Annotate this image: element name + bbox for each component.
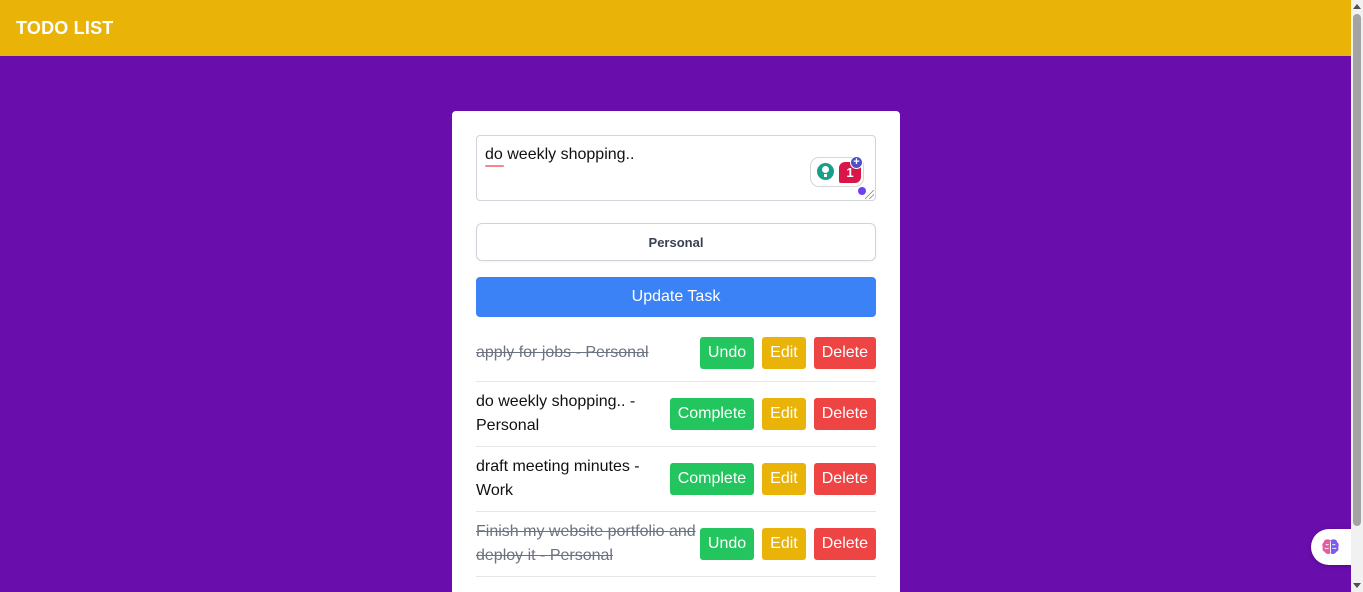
edit-button[interactable]: Edit	[762, 528, 806, 560]
task-actions: Complete Edit Delete	[669, 398, 876, 430]
category-selected-value: Personal	[648, 234, 704, 250]
task-text: do weekly shopping.. - Personal	[476, 393, 636, 434]
plus-icon: +	[850, 156, 863, 169]
delete-button[interactable]: Delete	[813, 398, 876, 430]
task-text: draft meeting minutes - Work	[476, 458, 640, 499]
task-row: apply for jobs - Personal Undo Edit Dele…	[476, 325, 876, 382]
complete-button[interactable]: Complete	[669, 463, 755, 495]
undo-button[interactable]: Undo	[699, 337, 755, 369]
delete-button[interactable]: Delete	[813, 337, 876, 369]
scroll-down-icon[interactable]	[1353, 583, 1361, 588]
resize-grip-icon[interactable]	[865, 190, 874, 199]
edit-button[interactable]: Edit	[762, 463, 806, 495]
main-area: 1 + Personal Update Task apply for jobs …	[0, 56, 1351, 592]
edit-button[interactable]: Edit	[762, 398, 806, 430]
brain-icon	[1322, 539, 1339, 555]
assistant-button[interactable]	[1311, 529, 1355, 565]
task-row: Finish my website portfolio and deploy i…	[476, 512, 876, 577]
task-actions: Complete Edit Delete	[669, 463, 876, 495]
lightbulb-icon[interactable]	[817, 163, 834, 180]
grammar-assistant-widget[interactable]: 1 +	[810, 156, 864, 187]
scroll-up-icon[interactable]	[1353, 4, 1361, 9]
task-list: apply for jobs - Personal Undo Edit Dele…	[476, 325, 876, 577]
complete-button[interactable]: Complete	[669, 398, 755, 430]
app-header: TODO LIST	[0, 0, 1351, 56]
task-text: apply for jobs - Personal	[476, 344, 649, 361]
edit-button[interactable]: Edit	[762, 337, 806, 369]
task-row: draft meeting minutes - Work Complete Ed…	[476, 447, 876, 512]
update-task-button[interactable]: Update Task	[476, 277, 876, 317]
status-dot-icon	[858, 187, 866, 195]
grammar-issue-badge[interactable]: 1 +	[839, 156, 863, 183]
category-select[interactable]: Personal	[476, 223, 876, 261]
undo-button[interactable]: Undo	[699, 528, 755, 560]
task-text: Finish my website portfolio and deploy i…	[476, 523, 696, 564]
task-actions: Undo Edit Delete	[699, 528, 876, 560]
delete-button[interactable]: Delete	[813, 528, 876, 560]
todo-card: 1 + Personal Update Task apply for jobs …	[452, 111, 900, 592]
task-row: do weekly shopping.. - Personal Complete…	[476, 382, 876, 447]
delete-button[interactable]: Delete	[813, 463, 876, 495]
app-title: TODO LIST	[16, 17, 114, 38]
page-scrollbar[interactable]	[1351, 0, 1363, 592]
task-actions: Undo Edit Delete	[699, 337, 876, 369]
spellcheck-underline	[485, 165, 504, 167]
scrollbar-thumb[interactable]	[1353, 14, 1361, 526]
task-input-wrapper: 1 +	[476, 135, 876, 201]
